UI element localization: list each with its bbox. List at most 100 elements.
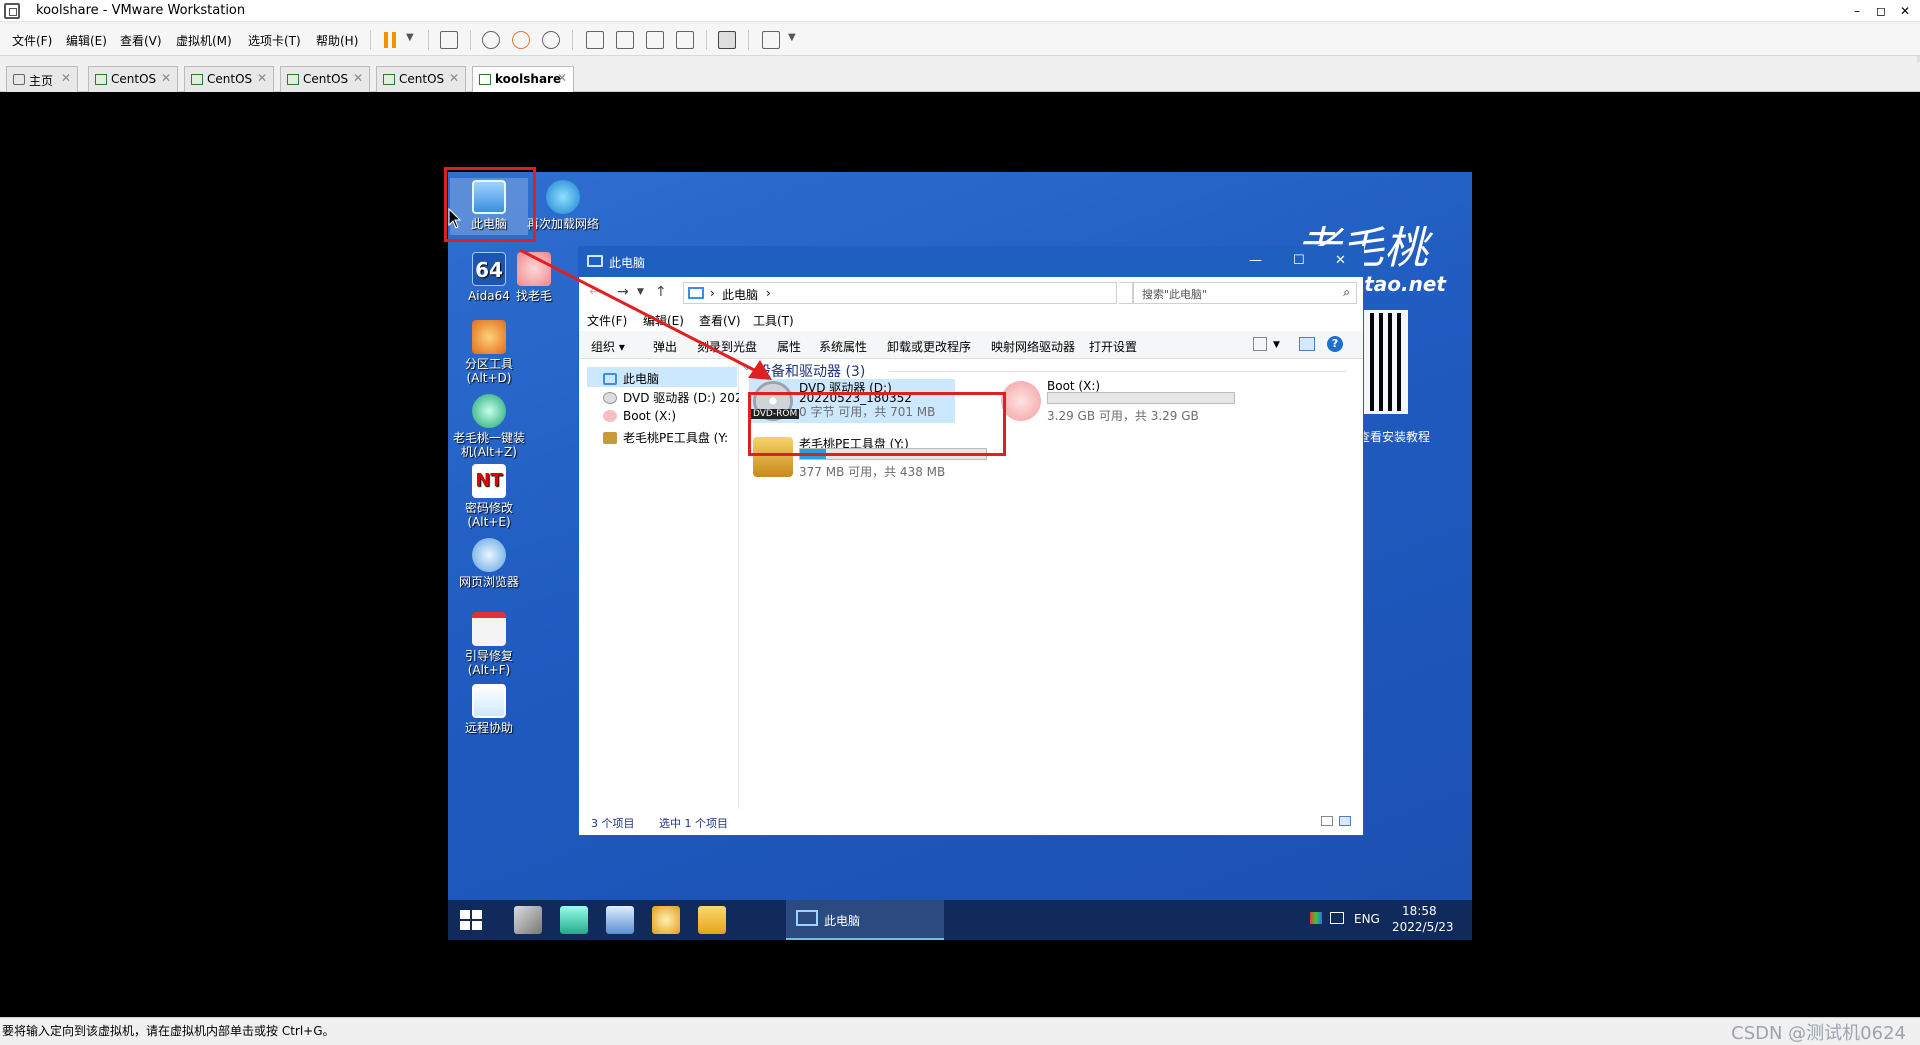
send-ctrl-alt-del-icon[interactable] — [440, 31, 458, 49]
maximize-button[interactable]: ◻ — [1870, 2, 1892, 20]
peach-icon — [517, 252, 551, 286]
start-button[interactable] — [460, 910, 482, 930]
color-icon[interactable] — [1310, 912, 1322, 924]
desktop-icon-remote-assist[interactable]: 远程协助 — [450, 684, 528, 735]
menu-tabs[interactable]: 选项卡(T) — [248, 32, 301, 49]
up-arrow-icon[interactable]: ↑ — [655, 284, 667, 300]
drive-free-space: 377 MB 可用，共 438 MB — [799, 465, 946, 479]
close-icon[interactable]: ✕ — [61, 71, 71, 85]
brand-url: tao.net — [1364, 272, 1446, 296]
desktop-icon-web-browser[interactable]: 网页浏览器 — [450, 538, 528, 589]
tab-koolshare[interactable]: koolshare ✕ — [472, 66, 574, 92]
close-button[interactable]: ✕ — [1894, 2, 1916, 20]
library-view-icon[interactable] — [586, 31, 604, 49]
properties-button[interactable]: 属性 — [777, 338, 801, 355]
help-icon[interactable]: ? — [1327, 336, 1343, 352]
system-properties-button[interactable]: 系统属性 — [819, 338, 867, 355]
desktop-icon-partition-tool[interactable]: 分区工具 (Alt+D) — [450, 320, 528, 385]
chevron-down-icon[interactable]: ▼ — [1273, 340, 1280, 350]
keyboard-icon[interactable] — [606, 906, 634, 934]
ram-icon[interactable] — [514, 906, 542, 934]
unity-icon[interactable] — [676, 31, 694, 49]
preview-pane-icon[interactable] — [1299, 337, 1315, 351]
desktop-icon-boot-repair[interactable]: 引导修复 (Alt+F) — [450, 612, 528, 677]
minimize-button[interactable]: – — [1846, 2, 1868, 20]
desktop-icon-one-click-install[interactable]: 老毛桃一键装 机(Alt+Z) — [450, 394, 528, 459]
close-icon[interactable]: ✕ — [161, 71, 171, 85]
explorer-titlebar[interactable]: 此电脑 — ☐ ✕ — [579, 247, 1363, 277]
toolkit-icon — [603, 432, 617, 444]
monitor-icon[interactable] — [560, 906, 588, 934]
menu-view[interactable]: 查看(V) — [120, 32, 162, 49]
breadcrumb-this-pc[interactable]: 此电脑 — [722, 286, 758, 303]
network-tray-icon[interactable] — [1330, 912, 1344, 924]
menu-help[interactable]: 帮助(H) — [316, 32, 358, 49]
folder-icon[interactable] — [698, 906, 726, 934]
group-header[interactable]: 设备和驱动器 (3) — [757, 361, 865, 381]
address-bar[interactable]: › 此电脑 › — [683, 282, 1117, 304]
close-icon[interactable]: ✕ — [257, 71, 267, 85]
full-screen-icon[interactable] — [646, 31, 664, 49]
tree-item-pe-toolkit[interactable]: 老毛桃PE工具盘 (Y: — [603, 429, 739, 449]
menu-view[interactable]: 查看(V) — [699, 312, 741, 329]
clock-date[interactable]: 2022/5/23 — [1392, 920, 1454, 934]
menu-file[interactable]: 文件(F) — [12, 32, 52, 49]
menu-vm[interactable]: 虚拟机(M) — [176, 32, 232, 49]
chevron-down-icon[interactable]: ▼ — [788, 32, 796, 43]
console-view-icon[interactable] — [718, 31, 736, 49]
maximize-button[interactable]: ☐ — [1293, 253, 1305, 268]
organize-button[interactable]: 组织 ▾ — [591, 338, 625, 355]
chevron-down-icon[interactable]: ⌵ — [743, 362, 751, 373]
chevron-down-icon[interactable]: ▼ — [406, 32, 414, 43]
stretch-guest-icon[interactable] — [762, 31, 780, 49]
close-icon[interactable]: ✕ — [353, 71, 363, 85]
tab-centos-3[interactable]: CentOS ✕ — [280, 66, 370, 92]
breadcrumb-separator: › — [710, 286, 715, 300]
menu-tools[interactable]: 工具(T) — [753, 312, 794, 329]
open-settings-button[interactable]: 打开设置 — [1089, 338, 1137, 355]
input-language[interactable]: ENG — [1354, 912, 1380, 926]
desktop-icon-password-reset[interactable]: NT 密码修改 (Alt+E) — [450, 464, 528, 529]
search-input[interactable]: 搜索"此电脑" ⌕ — [1133, 282, 1357, 304]
snapshot-manager-icon[interactable] — [542, 31, 560, 49]
large-icons-view-icon[interactable] — [1339, 816, 1351, 826]
menu-file[interactable]: 文件(F) — [587, 312, 627, 329]
refresh-button[interactable] — [1119, 282, 1133, 304]
taskbar-item-this-pc[interactable]: 此电脑 — [786, 900, 944, 940]
tab-home[interactable]: 主页 ✕ — [6, 66, 78, 92]
tree-item-boot[interactable]: Boot (X:) — [603, 409, 739, 429]
menu-edit[interactable]: 编辑(E) — [643, 312, 684, 329]
clock-time[interactable]: 18:58 — [1402, 904, 1437, 918]
guest-desktop[interactable]: 老毛桃 tao.net 查看安装教程 此电脑 再次加载网络 64 Aida64 … — [448, 172, 1472, 940]
view-options-icon[interactable] — [1253, 337, 1267, 351]
drive-boot[interactable]: Boot (X:) 3.29 GB 可用，共 3.29 GB — [997, 379, 1235, 423]
tree-item-dvd[interactable]: DVD 驱动器 (D:) 2022 — [603, 389, 739, 409]
chevron-down-icon[interactable]: ▼ — [637, 287, 644, 297]
burn-to-disc-button[interactable]: 刻录到光盘 — [697, 338, 757, 355]
tab-centos-4[interactable]: CentOS ✕ — [376, 66, 466, 92]
forward-arrow-icon[interactable]: → — [617, 284, 629, 300]
pause-icon[interactable] — [384, 32, 388, 48]
thumbnail-view-icon[interactable] — [616, 31, 634, 49]
desktop-icon-find-laomao[interactable]: 找老毛 — [508, 252, 560, 303]
computer-icon — [587, 255, 603, 267]
details-view-icon[interactable] — [1321, 816, 1333, 826]
snapshot-icon[interactable] — [482, 31, 500, 49]
close-icon[interactable]: ✕ — [557, 71, 567, 85]
qr-caption: 查看安装教程 — [1357, 430, 1430, 444]
tree-item-this-pc[interactable]: 此电脑 — [587, 367, 737, 387]
eject-button[interactable]: 弹出 — [653, 338, 677, 355]
close-button[interactable]: ✕ — [1335, 253, 1346, 268]
uninstall-programs-button[interactable]: 卸载或更改程序 — [887, 338, 971, 355]
back-arrow-icon[interactable]: ← — [589, 284, 601, 300]
minimize-button[interactable]: — — [1249, 253, 1262, 268]
close-icon[interactable]: ✕ — [449, 71, 459, 85]
map-network-drive-button[interactable]: 映射网络驱动器 — [991, 338, 1075, 355]
search-tool-icon[interactable] — [652, 906, 680, 934]
system-tray: ENG 18:58 2022/5/23 — [1308, 900, 1472, 940]
highlight-dvd-drive — [748, 392, 1006, 456]
revert-snapshot-icon[interactable] — [512, 31, 530, 49]
menu-edit[interactable]: 编辑(E) — [66, 32, 107, 49]
tab-centos-2[interactable]: CentOS ✕ — [184, 66, 274, 92]
tab-centos-1[interactable]: CentOS ✕ — [88, 66, 178, 92]
